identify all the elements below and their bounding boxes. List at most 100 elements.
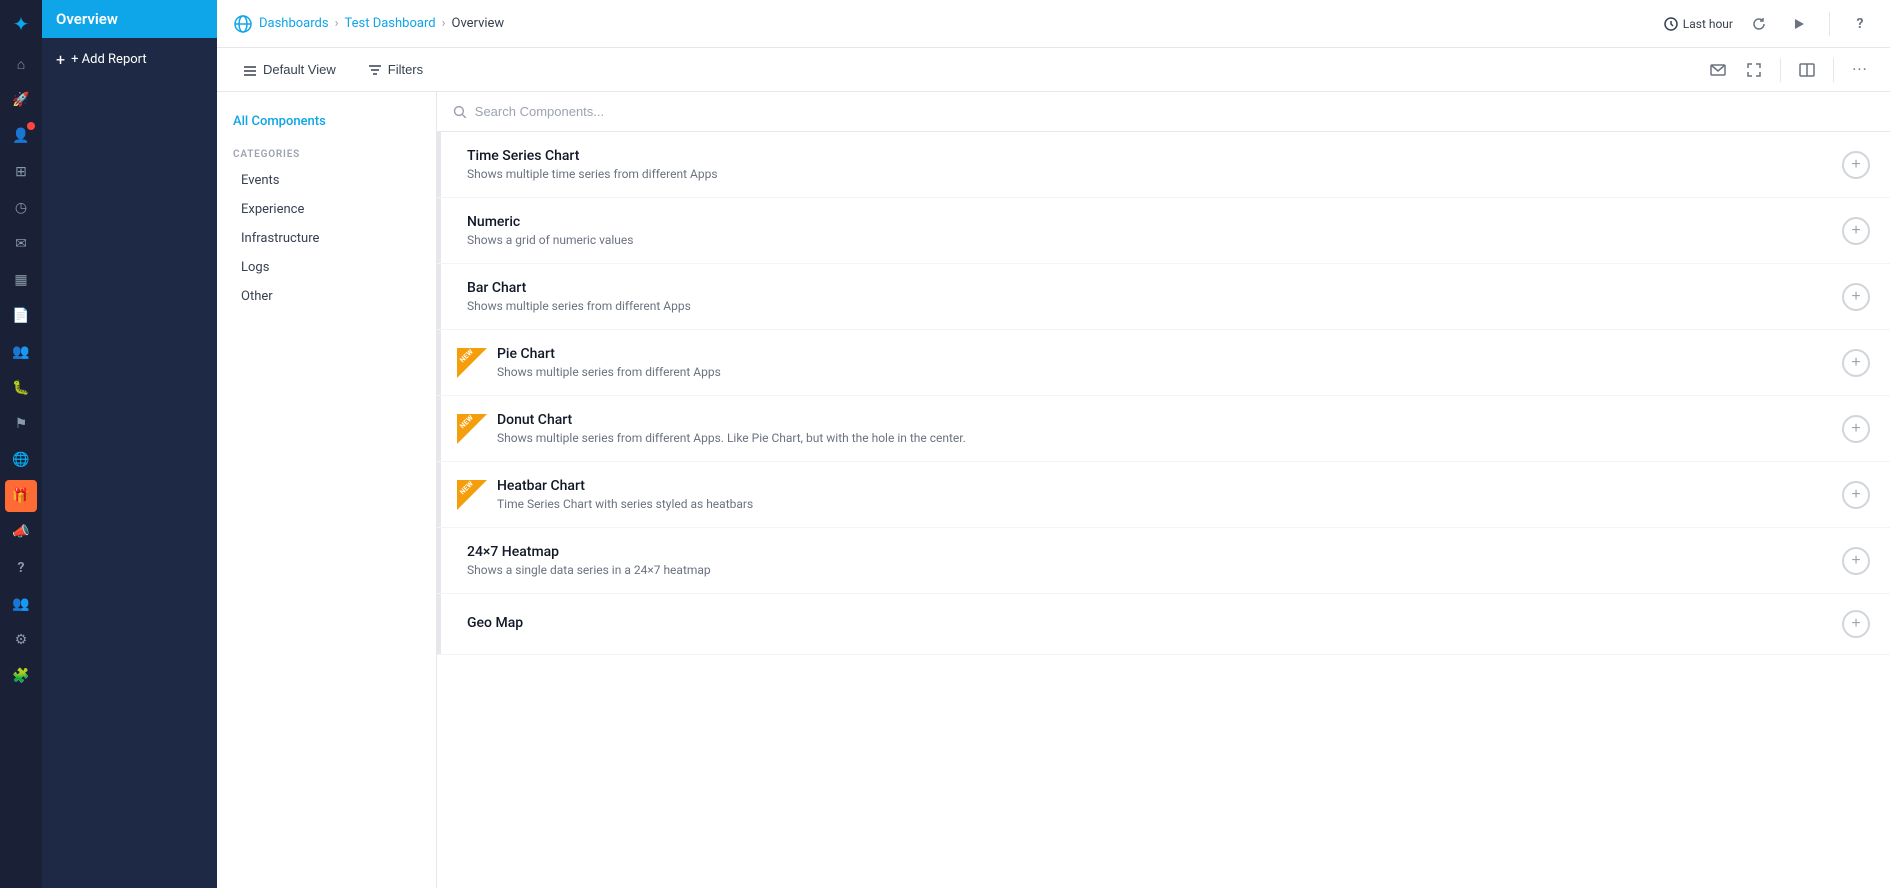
component-info: Pie Chart Shows multiple series from dif… (487, 346, 1842, 379)
category-logs[interactable]: Logs (217, 253, 436, 282)
category-experience[interactable]: Experience (217, 195, 436, 224)
component-name: Heatbar Chart (497, 478, 1842, 494)
expand-icon[interactable] (1740, 56, 1768, 84)
add-component-button[interactable]: + (1842, 547, 1870, 575)
component-info: Donut Chart Shows multiple series from d… (487, 412, 1842, 445)
category-other[interactable]: Other (217, 282, 436, 311)
component-info: Geo Map (457, 615, 1842, 634)
left-bar (437, 396, 441, 461)
add-component-button[interactable]: + (1842, 217, 1870, 245)
divider (1829, 12, 1830, 36)
breadcrumb-sep1: › (335, 16, 339, 31)
barchart-icon[interactable]: ▦ (5, 264, 37, 296)
default-view-button[interactable]: Default View (233, 56, 346, 83)
component-item: Bar Chart Shows multiple series from dif… (437, 264, 1890, 330)
component-desc: Shows multiple series from different App… (467, 299, 1842, 313)
envelope-icon[interactable]: ✉ (5, 228, 37, 260)
component-item: NEW Donut Chart Shows multiple series fr… (437, 396, 1890, 462)
component-name: Geo Map (467, 615, 1842, 631)
filter-icon (368, 63, 382, 77)
left-bar (437, 528, 441, 593)
divider3 (1833, 58, 1834, 82)
globe-breadcrumb-icon (233, 14, 253, 34)
components-list: Time Series Chart Shows multiple time se… (437, 132, 1890, 888)
component-name: Bar Chart (467, 280, 1842, 296)
component-name: Donut Chart (497, 412, 1842, 428)
topbar-right: Last hour ? (1664, 10, 1874, 38)
component-item: Numeric Shows a grid of numeric values + (437, 198, 1890, 264)
user-badge-icon[interactable]: 👤 (5, 120, 37, 152)
team-icon[interactable]: 👥 (5, 588, 37, 620)
toolbar: Default View Filters (217, 48, 1890, 92)
settings-icon[interactable]: ⚙ (5, 624, 37, 656)
refresh-button[interactable] (1745, 10, 1773, 38)
left-bar (437, 132, 441, 197)
category-events[interactable]: Events (217, 166, 436, 195)
play-button[interactable] (1785, 10, 1813, 38)
divider2 (1780, 58, 1781, 82)
filters-label: Filters (388, 62, 423, 77)
mail-icon[interactable] (1704, 56, 1732, 84)
rocket-icon[interactable]: 🚀 (5, 84, 37, 116)
grid-icon[interactable]: ⊞ (5, 156, 37, 188)
clock-icon[interactable]: ◷ (5, 192, 37, 224)
left-bar (437, 330, 441, 395)
icon-bar: ✦ ⌂ 🚀 👤 ⊞ ◷ ✉ ▦ 📄 👥 🐛 ⚑ 🌐 🎁 📣 ? 👥 ⚙ 🧩 (0, 0, 42, 888)
megaphone-icon[interactable]: 📣 (5, 516, 37, 548)
left-bar (437, 462, 441, 527)
search-input[interactable] (475, 104, 1874, 119)
question-icon[interactable]: ? (5, 552, 37, 584)
split-view-icon[interactable] (1793, 56, 1821, 84)
people-icon[interactable]: 👥 (5, 336, 37, 368)
component-item: Geo Map + (437, 594, 1890, 655)
component-item: 24×7 Heatmap Shows a single data series … (437, 528, 1890, 594)
component-item: Time Series Chart Shows multiple time se… (437, 132, 1890, 198)
puzzle-icon[interactable]: 🧩 (5, 660, 37, 692)
flag-icon[interactable]: ⚑ (5, 408, 37, 440)
search-icon (453, 105, 467, 119)
help-button[interactable]: ? (1846, 10, 1874, 38)
time-range[interactable]: Last hour (1664, 17, 1733, 31)
bug-icon[interactable]: 🐛 (5, 372, 37, 404)
breadcrumb-current: Overview (452, 16, 505, 31)
breadcrumb-test-dashboard[interactable]: Test Dashboard (345, 16, 436, 31)
component-info: Bar Chart Shows multiple series from dif… (457, 280, 1842, 313)
categories-label: CATEGORIES (217, 143, 436, 166)
filters-button[interactable]: Filters (358, 56, 433, 83)
component-desc: Shows a grid of numeric values (467, 233, 1842, 247)
component-desc: Shows multiple series from different App… (497, 431, 1842, 445)
add-component-button[interactable]: + (1842, 349, 1870, 377)
component-name: Numeric (467, 214, 1842, 230)
add-component-button[interactable]: + (1842, 151, 1870, 179)
breadcrumb: Dashboards › Test Dashboard › Overview (233, 14, 1656, 34)
default-view-label: Default View (263, 62, 336, 77)
breadcrumb-dashboards[interactable]: Dashboards (259, 16, 329, 31)
left-bar (437, 198, 441, 263)
clock-icon (1664, 17, 1678, 31)
new-badge: NEW (457, 414, 487, 444)
logo-icon[interactable]: ✦ (5, 8, 37, 40)
category-infrastructure[interactable]: Infrastructure (217, 224, 436, 253)
add-component-button[interactable]: + (1842, 481, 1870, 509)
add-component-button[interactable]: + (1842, 283, 1870, 311)
component-desc: Shows multiple series from different App… (497, 365, 1842, 379)
all-components-link[interactable]: All Components (217, 108, 436, 135)
sidebar-active-item[interactable]: Overview (42, 0, 217, 38)
component-desc: Shows multiple time series from differen… (467, 167, 1842, 181)
time-label: Last hour (1683, 17, 1733, 31)
plus-icon: + (56, 50, 65, 69)
add-component-button[interactable]: + (1842, 610, 1870, 638)
content-area: All Components CATEGORIES Events Experie… (217, 92, 1890, 888)
gift-icon[interactable]: 🎁 (5, 480, 37, 512)
component-info: 24×7 Heatmap Shows a single data series … (457, 544, 1842, 577)
list-icon (243, 63, 257, 77)
document-icon[interactable]: 📄 (5, 300, 37, 332)
home-icon[interactable]: ⌂ (5, 48, 37, 80)
add-report-button[interactable]: + + Add Report (42, 38, 217, 81)
more-options-icon[interactable]: ··· (1846, 56, 1874, 84)
main-content: Dashboards › Test Dashboard › Overview L… (217, 0, 1890, 888)
globe-icon[interactable]: 🌐 (5, 444, 37, 476)
add-component-button[interactable]: + (1842, 415, 1870, 443)
component-item: NEW Pie Chart Shows multiple series from… (437, 330, 1890, 396)
topbar: Dashboards › Test Dashboard › Overview L… (217, 0, 1890, 48)
